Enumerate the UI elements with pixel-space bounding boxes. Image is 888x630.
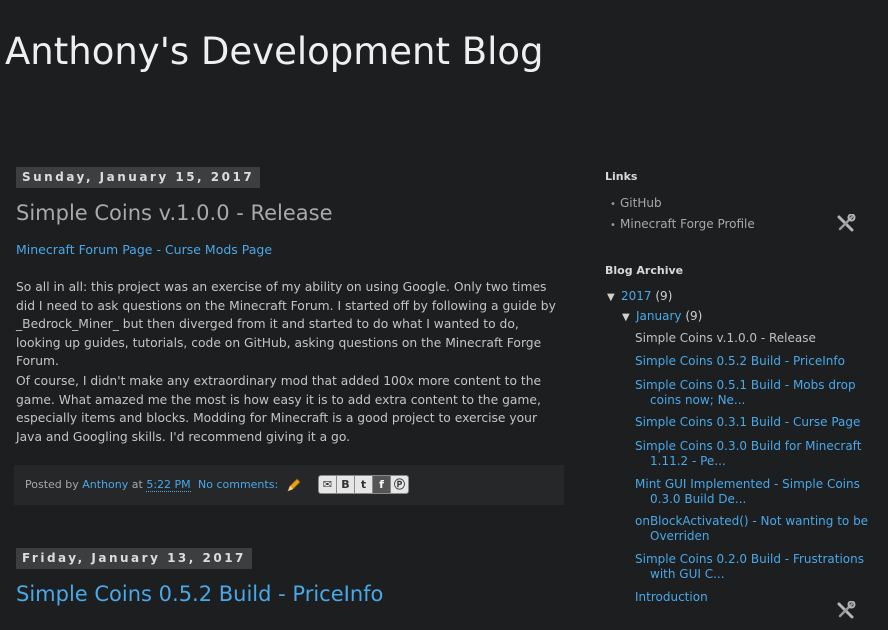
at-label: at [131,478,143,491]
comments-link[interactable]: No comments: [198,478,278,491]
post-date-header: Sunday, January 15, 2017 [16,167,261,188]
archive-month-row[interactable]: ▼ January (9) [622,309,702,323]
archive-post-link[interactable]: Simple Coins 0.3.0 Build for Minecraft 1… [635,439,875,469]
author-link[interactable]: Anthony [82,478,128,491]
archive-post-link[interactable]: onBlockActivated() - Not wanting to be O… [635,514,875,544]
sidebar-link-github[interactable]: • GitHub [610,196,662,210]
archive-year-link[interactable]: 2017 [621,289,652,303]
email-icon[interactable]: ✉ [318,475,337,494]
archive-year-count: (9) [655,289,673,303]
minecraft-forum-link[interactable]: Minecraft Forum Page [16,242,152,257]
sidebar-link-label[interactable]: Minecraft Forge Profile [620,217,755,231]
post-links: Minecraft Forum Page - Curse Mods Page [16,242,272,257]
post-paragraph: So all in all: this project was an exerc… [16,280,556,369]
facebook-icon[interactable]: f [373,475,391,494]
edit-pencil-icon[interactable] [286,477,302,496]
twitter-icon[interactable]: t [355,475,373,494]
bullet-icon: • [610,220,616,231]
pinterest-icon[interactable]: Ⓟ [391,475,409,494]
archive-post-link[interactable]: Simple Coins 0.5.1 Build - Mobs drop coi… [635,378,875,408]
triangle-down-icon[interactable]: ▼ [622,312,636,323]
archive-post-link[interactable]: Simple Coins v.1.0.0 - Release [635,331,875,346]
curse-mods-link[interactable]: Curse Mods Page [165,242,272,257]
link-separator: - [152,242,165,257]
post-footer: Posted by Anthony at 5:22 PM No comments… [14,465,564,505]
archive-year-row[interactable]: ▼ 2017 (9) [607,289,672,303]
share-buttons: ✉ B t f Ⓟ [318,475,409,494]
post-paragraph: Of course, I didn't make any extraordina… [16,374,542,444]
archive-post-link[interactable]: Simple Coins 0.5.2 Build - PriceInfo [635,354,875,369]
sidebar-link-label[interactable]: GitHub [620,196,662,210]
post-title[interactable]: Simple Coins v.1.0.0 - Release [16,201,333,225]
triangle-down-icon[interactable]: ▼ [607,292,621,303]
blog-archive-heading: Blog Archive [605,264,684,277]
post-title[interactable]: Simple Coins 0.5.2 Build - PriceInfo [16,582,383,606]
archive-month-count: (9) [685,309,703,323]
archive-post-link[interactable]: Simple Coins 0.3.1 Build - Curse Page [635,415,875,430]
blogger-icon[interactable]: B [337,475,355,494]
posted-by-label: Posted by [25,478,79,491]
post-timestamp-link[interactable]: 5:22 PM [146,478,191,492]
archive-post-link[interactable]: Mint GUI Implemented - Simple Coins 0.3.… [635,477,875,507]
links-heading: Links [605,170,638,183]
archive-month-link[interactable]: January [636,309,682,323]
edit-widget-wrench-icon[interactable] [836,213,856,236]
post-date-header: Friday, January 13, 2017 [16,548,252,569]
archive-post-link[interactable]: Simple Coins 0.2.0 Build - Frustrations … [635,552,875,582]
sidebar-link-forge-profile[interactable]: • Minecraft Forge Profile [610,217,755,231]
edit-widget-wrench-icon[interactable] [836,600,856,623]
blog-title[interactable]: Anthony's Development Blog [5,30,544,73]
post-byline: Posted by Anthony at 5:22 PM [25,478,191,492]
bullet-icon: • [610,199,616,210]
